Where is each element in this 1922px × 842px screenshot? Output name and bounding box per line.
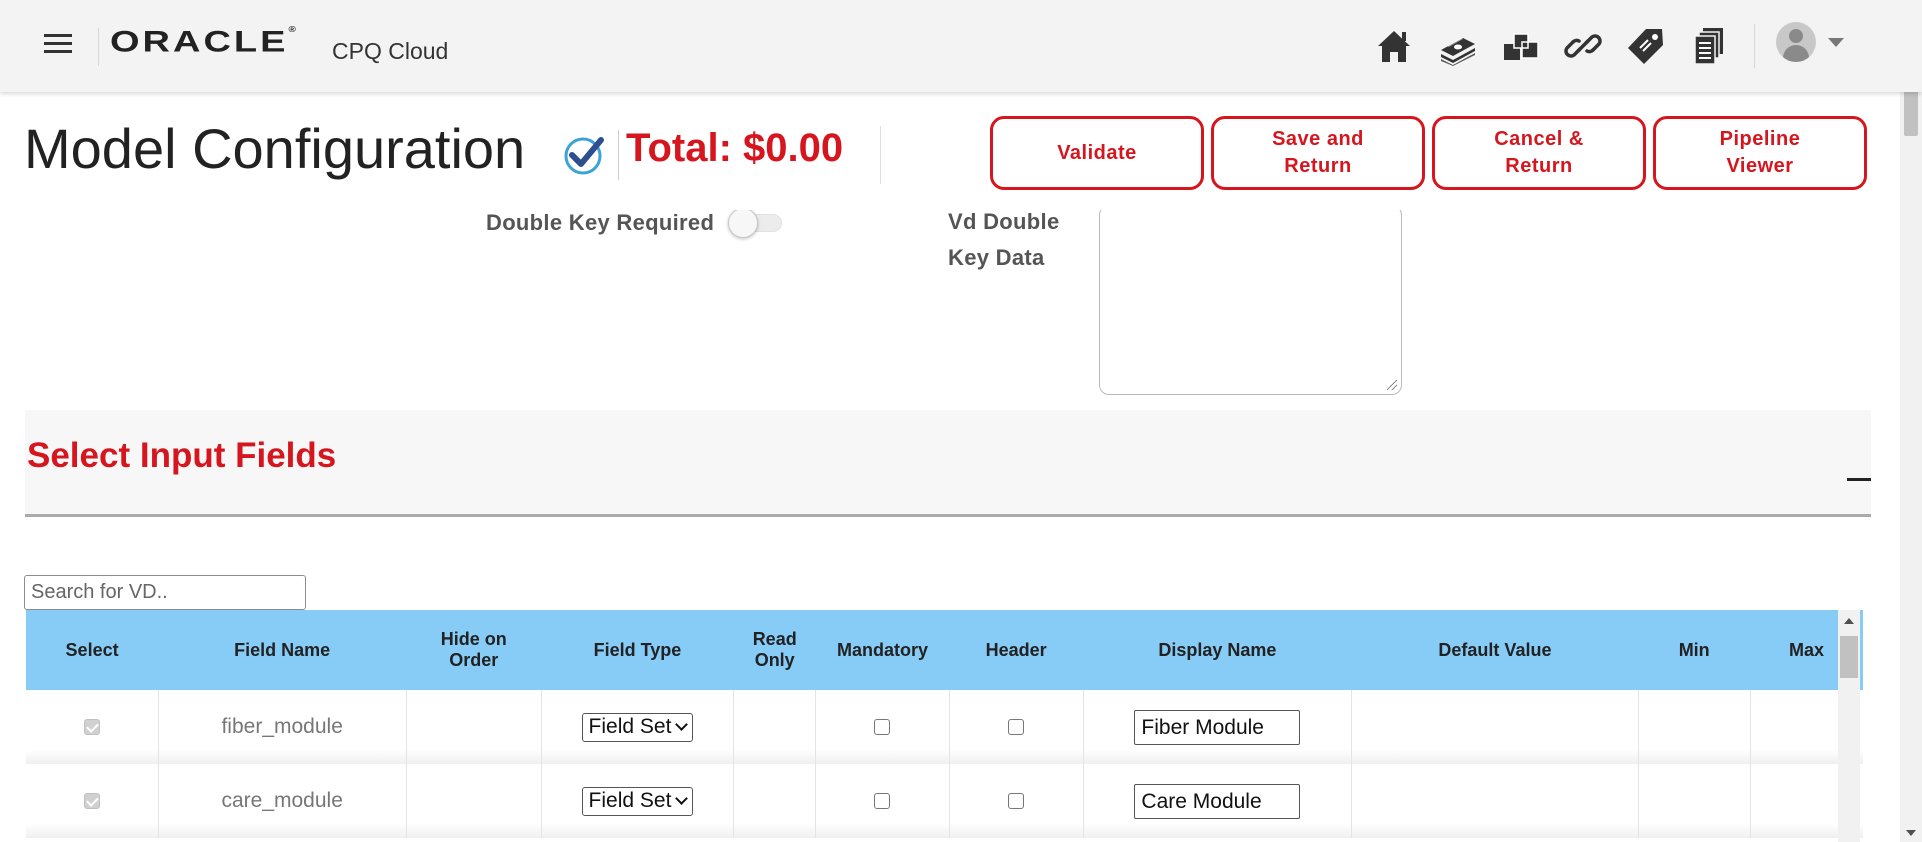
header-checkbox[interactable] <box>1008 793 1025 810</box>
chevron-down-icon <box>675 718 689 731</box>
field-name: care_module <box>158 764 407 838</box>
scroll-up-icon[interactable] <box>1844 618 1854 624</box>
divider <box>618 130 619 180</box>
page-scrollbar[interactable] <box>1900 70 1922 842</box>
display-name-input[interactable]: Care Module <box>1134 783 1301 819</box>
menu-icon[interactable] <box>44 34 72 56</box>
column-header[interactable]: Min <box>1638 610 1750 690</box>
divider <box>1754 24 1755 68</box>
double-key-required-toggle[interactable] <box>726 208 784 238</box>
page-header: Model Configuration Total: $0.00 Validat… <box>0 92 1900 210</box>
divider <box>880 126 881 184</box>
validate-button[interactable]: Validate <box>990 116 1204 190</box>
documents-icon[interactable] <box>1685 22 1732 69</box>
field-type-select[interactable]: Field Set <box>581 786 694 816</box>
column-header[interactable]: Display Name <box>1083 610 1351 690</box>
vd-double-key-data-label: Vd Double Key Data <box>948 209 1060 270</box>
read-only-cell <box>733 764 817 838</box>
avatar-icon[interactable] <box>1776 22 1816 62</box>
input-fields-table: Select Field Name Hide on Order Field Ty… <box>26 610 1863 842</box>
default-value-cell <box>1351 690 1639 764</box>
top-bar: ORACLE® CPQ Cloud <box>0 0 1922 92</box>
total-price: Total: $0.00 <box>626 126 844 170</box>
read-only-cell <box>733 690 817 764</box>
save-and-return-button[interactable]: Save and Return <box>1211 116 1425 190</box>
scrollbar-thumb[interactable] <box>1840 636 1858 678</box>
home-icon[interactable] <box>1370 22 1417 69</box>
nav-icons <box>1370 22 1732 69</box>
table-header-row: Select Field Name Hide on Order Field Ty… <box>26 610 1863 690</box>
table-row: fiber_module Field Set Fiber Module <box>26 690 1863 764</box>
search-input[interactable] <box>24 575 306 610</box>
column-header[interactable]: Default Value <box>1352 610 1639 690</box>
table-row: care_module Field Set Care Module <box>26 764 1863 838</box>
table-scrollbar[interactable] <box>1838 610 1860 842</box>
tag-icon[interactable] <box>1622 22 1669 69</box>
display-name-input[interactable]: Fiber Module <box>1134 709 1301 745</box>
collapse-icon[interactable] <box>1847 478 1871 481</box>
mandatory-checkbox[interactable] <box>874 793 891 810</box>
money-icon[interactable] <box>1433 22 1480 69</box>
page-title: Model Configuration <box>24 117 526 180</box>
select-checkbox[interactable] <box>83 719 100 736</box>
select-checkbox[interactable] <box>83 793 100 810</box>
column-header[interactable]: Read Only <box>734 610 816 690</box>
chevron-down-icon[interactable] <box>1828 37 1844 47</box>
chevron-down-icon <box>675 792 689 805</box>
column-header[interactable]: Select <box>26 610 158 690</box>
field-name: fiber_module <box>158 690 407 764</box>
select-input-fields-section: Select Input Fields <box>25 410 1871 517</box>
field-type-select[interactable]: Field Set <box>581 712 694 742</box>
default-value-cell <box>1351 764 1639 838</box>
vd-double-key-data-textarea[interactable] <box>1099 205 1402 395</box>
column-header[interactable]: Hide on Order <box>406 610 541 690</box>
mandatory-checkbox[interactable] <box>874 719 891 736</box>
user-menu[interactable] <box>1776 22 1844 62</box>
cancel-and-return-button[interactable]: Cancel & Return <box>1432 116 1646 190</box>
scroll-down-icon[interactable] <box>1906 830 1916 836</box>
min-cell <box>1638 764 1751 838</box>
hide-on-order-cell <box>406 764 542 838</box>
double-key-required-label: Double Key Required <box>486 210 715 235</box>
validated-check-icon <box>564 137 604 175</box>
divider <box>98 28 99 66</box>
column-header[interactable]: Mandatory <box>816 610 949 690</box>
section-title: Select Input Fields <box>27 436 337 475</box>
configure-icon[interactable] <box>1496 22 1543 69</box>
column-header[interactable]: Field Type <box>541 610 733 690</box>
link-icon[interactable] <box>1559 22 1606 69</box>
product-name: CPQ Cloud <box>332 38 449 64</box>
column-header[interactable]: Field Name <box>158 610 406 690</box>
column-header[interactable]: Header <box>949 610 1083 690</box>
pipeline-viewer-button[interactable]: Pipeline Viewer <box>1653 116 1867 190</box>
min-cell <box>1638 690 1751 764</box>
hide-on-order-cell <box>406 690 542 764</box>
oracle-logo: ORACLE® <box>110 26 296 59</box>
header-checkbox[interactable] <box>1008 719 1025 736</box>
